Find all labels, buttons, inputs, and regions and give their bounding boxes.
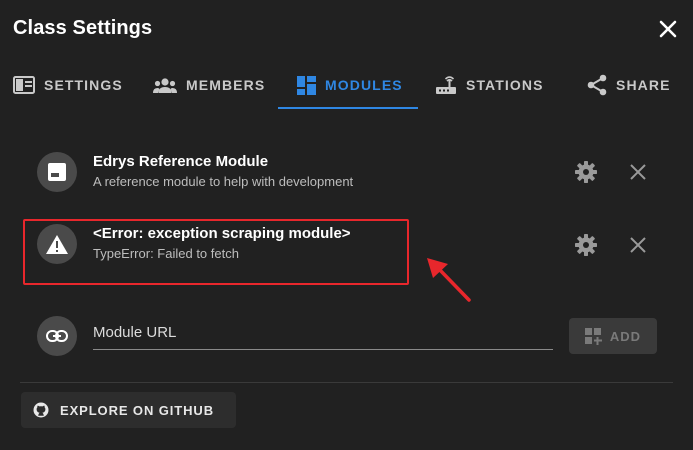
close-icon — [659, 20, 677, 38]
settings-panel-icon — [13, 76, 35, 94]
modules-grid-icon — [297, 75, 316, 95]
dialog-title: Class Settings — [13, 17, 153, 39]
add-module-label: ADD — [609, 328, 642, 344]
close-dialog-button[interactable] — [656, 17, 680, 41]
station-router-icon — [436, 76, 456, 94]
tab-modules[interactable]: MODULES — [297, 60, 403, 110]
close-icon — [630, 237, 646, 253]
tab-bar: SETTINGS MEMBERS MODULES STATIONS SHARE — [0, 60, 693, 110]
tab-members[interactable]: MEMBERS — [153, 60, 265, 110]
module-url-row: Module URL ADD — [37, 316, 657, 356]
tab-settings[interactable]: SETTINGS — [13, 60, 123, 110]
module-window-icon — [48, 163, 66, 181]
module-settings-button[interactable] — [574, 160, 598, 184]
gear-icon — [575, 161, 597, 183]
tab-stations-label: STATIONS — [466, 77, 544, 93]
module-subtitle: A reference module to help with developm… — [93, 174, 354, 189]
error-highlight-annotation — [23, 219, 409, 285]
module-settings-button[interactable] — [574, 233, 598, 257]
dialog-titlebar: Class Settings — [0, 0, 693, 60]
tab-modules-label: MODULES — [325, 77, 403, 93]
github-icon — [33, 402, 49, 418]
tab-share-label: SHARE — [616, 77, 671, 93]
section-divider — [20, 382, 673, 383]
module-url-label: Module URL — [93, 324, 177, 341]
annotation-arrow-icon — [427, 258, 471, 302]
tab-members-label: MEMBERS — [186, 77, 266, 93]
tab-settings-label: SETTINGS — [44, 77, 123, 93]
share-icon — [587, 74, 607, 96]
module-remove-button[interactable] — [626, 233, 650, 257]
active-tab-indicator — [278, 107, 418, 109]
add-module-icon — [584, 327, 602, 345]
module-remove-button[interactable] — [626, 160, 650, 184]
module-avatar — [37, 152, 77, 192]
gear-icon — [575, 234, 597, 256]
tab-stations[interactable]: STATIONS — [435, 60, 544, 110]
url-avatar — [37, 316, 77, 356]
link-icon — [46, 330, 68, 342]
module-url-input[interactable]: Module URL — [93, 316, 553, 350]
explore-github-label: EXPLORE ON GITHUB — [60, 402, 214, 418]
members-group-icon — [153, 78, 177, 93]
module-item-reference: Edrys Reference Module A reference modul… — [37, 150, 657, 194]
add-module-button[interactable]: ADD — [569, 318, 657, 354]
tab-share[interactable]: SHARE — [587, 60, 671, 110]
module-title: Edrys Reference Module — [93, 153, 269, 170]
explore-github-button[interactable]: EXPLORE ON GITHUB — [21, 392, 236, 428]
close-icon — [630, 164, 646, 180]
